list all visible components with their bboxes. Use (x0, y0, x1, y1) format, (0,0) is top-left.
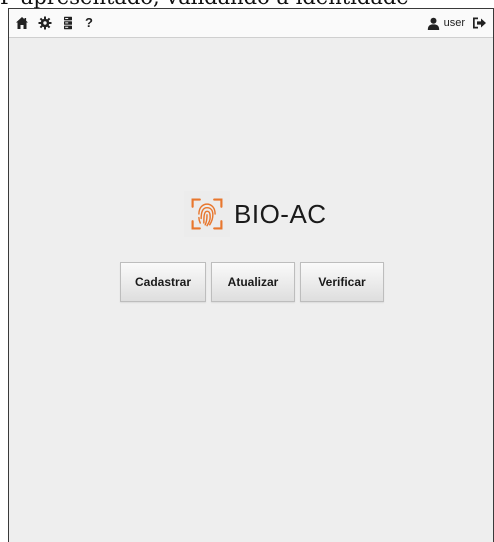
action-buttons: Cadastrar Atualizar Verificar (120, 262, 384, 302)
fingerprint-icon (184, 191, 230, 237)
page: P apresentado, validando a identidade ? … (0, 0, 494, 542)
user-menu[interactable]: user (427, 15, 487, 31)
register-button[interactable]: Cadastrar (120, 262, 206, 302)
verify-button[interactable]: Verificar (300, 262, 384, 302)
user-icon (427, 17, 440, 30)
background-document-text: P apresentado, validando a identidade (0, 0, 494, 8)
gear-icon[interactable] (38, 16, 52, 30)
help-icon[interactable]: ? (85, 15, 99, 30)
update-button[interactable]: Atualizar (211, 262, 295, 302)
app-window: ? user BIO-AC Cadastrar Atualizar Verifi… (8, 8, 494, 542)
server-icon[interactable] (61, 16, 75, 30)
top-navbar: ? user (9, 8, 493, 38)
logout-icon[interactable] (472, 16, 487, 30)
app-logo: BIO-AC (184, 191, 344, 237)
logo-title: BIO-AC (234, 198, 327, 229)
home-icon[interactable] (15, 16, 29, 30)
user-name[interactable]: user (444, 17, 465, 29)
